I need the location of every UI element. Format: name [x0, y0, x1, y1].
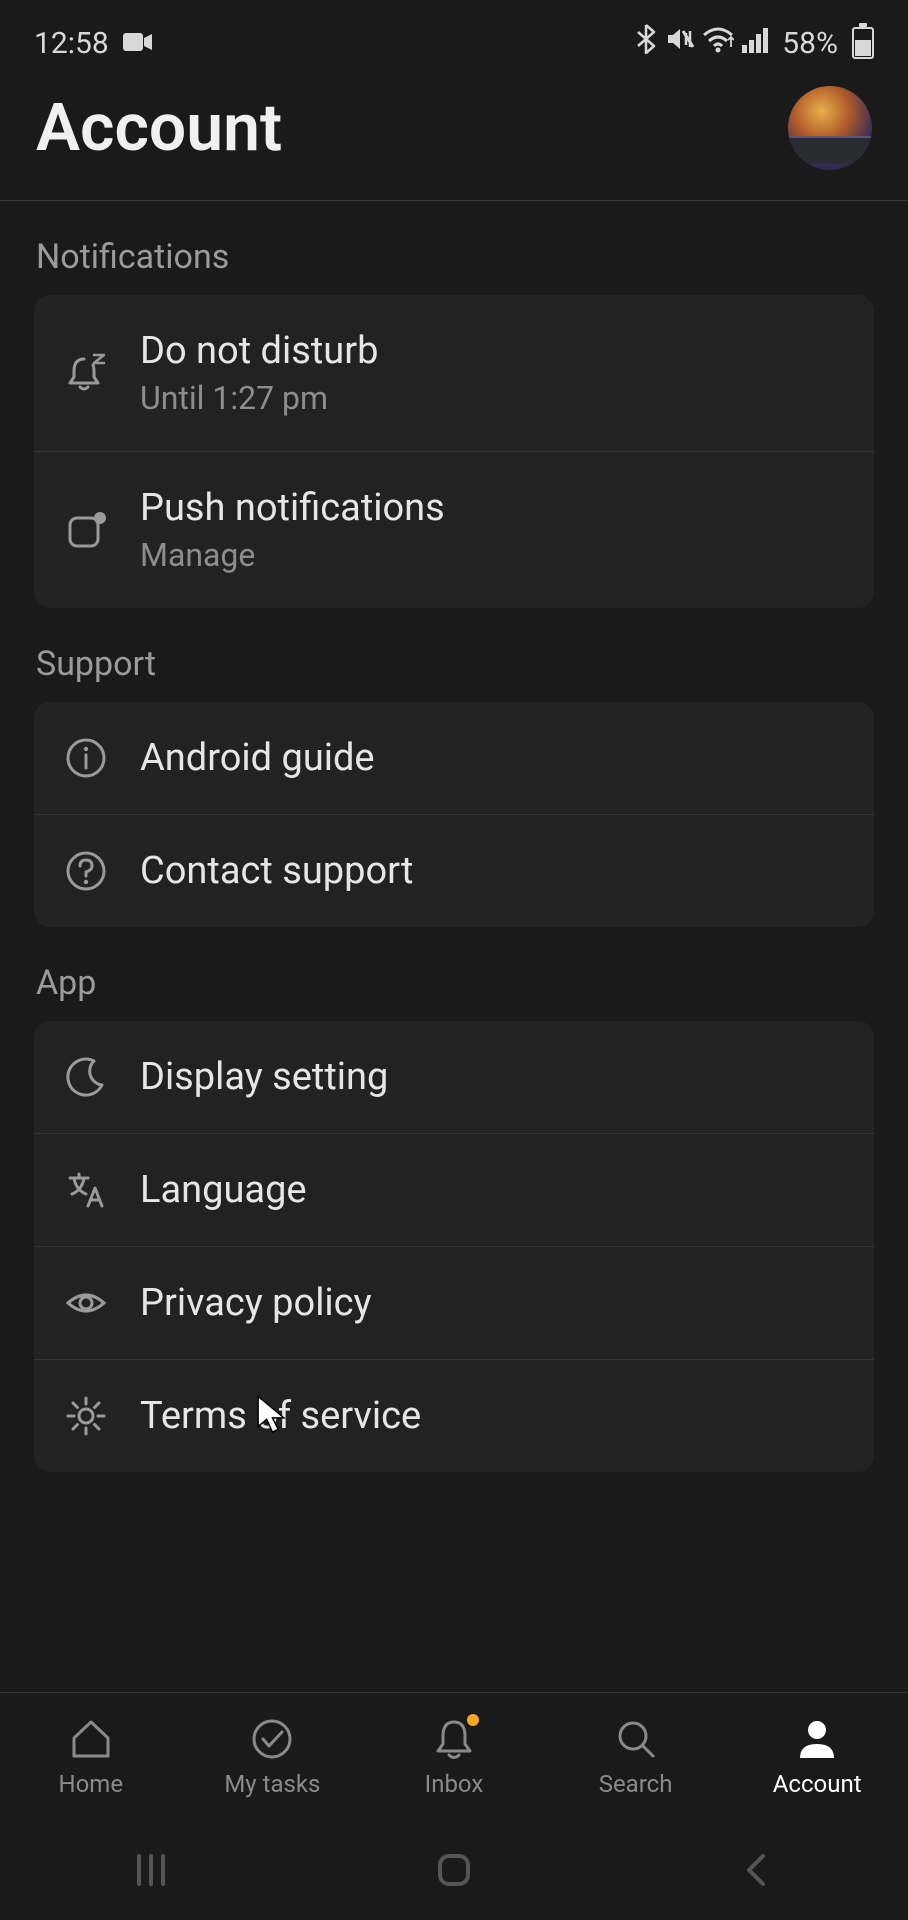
nav-label: My tasks [224, 1770, 320, 1798]
row-display-setting[interactable]: Display setting [34, 1021, 874, 1133]
row-subtitle: Until 1:27 pm [140, 379, 378, 417]
nav-inbox[interactable]: Inbox [363, 1693, 545, 1820]
nav-label: Inbox [425, 1770, 484, 1798]
back-icon[interactable] [735, 1848, 779, 1892]
help-icon [64, 849, 108, 893]
row-language[interactable]: Language [34, 1133, 874, 1246]
recents-icon[interactable] [129, 1848, 173, 1892]
row-title: Privacy policy [140, 1281, 372, 1325]
wifi-icon [702, 26, 734, 61]
row-privacy-policy[interactable]: Privacy policy [34, 1246, 874, 1359]
translate-icon [64, 1168, 108, 1212]
row-title: Language [140, 1168, 307, 1212]
support-card: Android guide Contact support [34, 702, 874, 927]
nav-label: Home [59, 1770, 124, 1798]
search-icon [613, 1716, 659, 1762]
row-title: Contact support [140, 849, 413, 893]
battery-icon [852, 27, 874, 59]
app-card: Display setting Language Privacy policy [34, 1021, 874, 1472]
bottom-nav: Home My tasks Inbox Search Account [0, 1692, 908, 1820]
row-terms-of-service[interactable]: Terms of service [34, 1359, 874, 1472]
home-icon [68, 1716, 114, 1762]
row-android-guide[interactable]: Android guide [34, 702, 874, 814]
battery-percent: 58% [782, 26, 838, 61]
home-button-icon[interactable] [432, 1848, 476, 1892]
signal-icon [742, 26, 770, 61]
section-title-support: Support [0, 608, 908, 702]
gear-icon [64, 1394, 108, 1438]
content-scroll[interactable]: Notifications Do not disturb Until 1:27 … [0, 201, 908, 1652]
bell-icon [431, 1716, 477, 1762]
notification-dot-icon [467, 1714, 479, 1726]
profile-avatar[interactable] [788, 86, 872, 170]
mute-vibrate-icon [664, 25, 694, 61]
section-title-notifications: Notifications [0, 201, 908, 295]
nav-my-tasks[interactable]: My tasks [182, 1693, 364, 1820]
row-subtitle: Manage [140, 536, 445, 574]
section-title-app: App [0, 927, 908, 1021]
nav-home[interactable]: Home [0, 1693, 182, 1820]
status-bar: 12:58 58% [0, 0, 908, 72]
row-title: Push notifications [140, 486, 445, 530]
row-title: Display setting [140, 1055, 388, 1099]
eye-icon [64, 1281, 108, 1325]
row-title: Do not disturb [140, 329, 378, 373]
page-title: Account [36, 90, 282, 167]
person-icon [794, 1716, 840, 1762]
info-icon [64, 736, 108, 780]
moon-icon [64, 1055, 108, 1099]
row-title: Android guide [140, 736, 375, 780]
row-contact-support[interactable]: Contact support [34, 814, 874, 927]
notifications-card: Do not disturb Until 1:27 pm Push notifi… [34, 295, 874, 608]
push-notification-icon [64, 508, 108, 552]
dnd-bell-snooze-icon [64, 351, 108, 395]
status-time: 12:58 [34, 26, 109, 61]
row-title: Terms of service [140, 1394, 421, 1438]
nav-account[interactable]: Account [726, 1693, 908, 1820]
bluetooth-icon [636, 24, 656, 62]
nav-search[interactable]: Search [545, 1693, 727, 1820]
nav-label: Search [599, 1770, 673, 1798]
android-system-nav [0, 1820, 908, 1920]
camera-icon [123, 26, 153, 61]
row-push-notifications[interactable]: Push notifications Manage [34, 451, 874, 608]
row-do-not-disturb[interactable]: Do not disturb Until 1:27 pm [34, 295, 874, 451]
nav-label: Account [773, 1770, 862, 1798]
page-header: Account [0, 72, 908, 201]
check-circle-icon [249, 1716, 295, 1762]
